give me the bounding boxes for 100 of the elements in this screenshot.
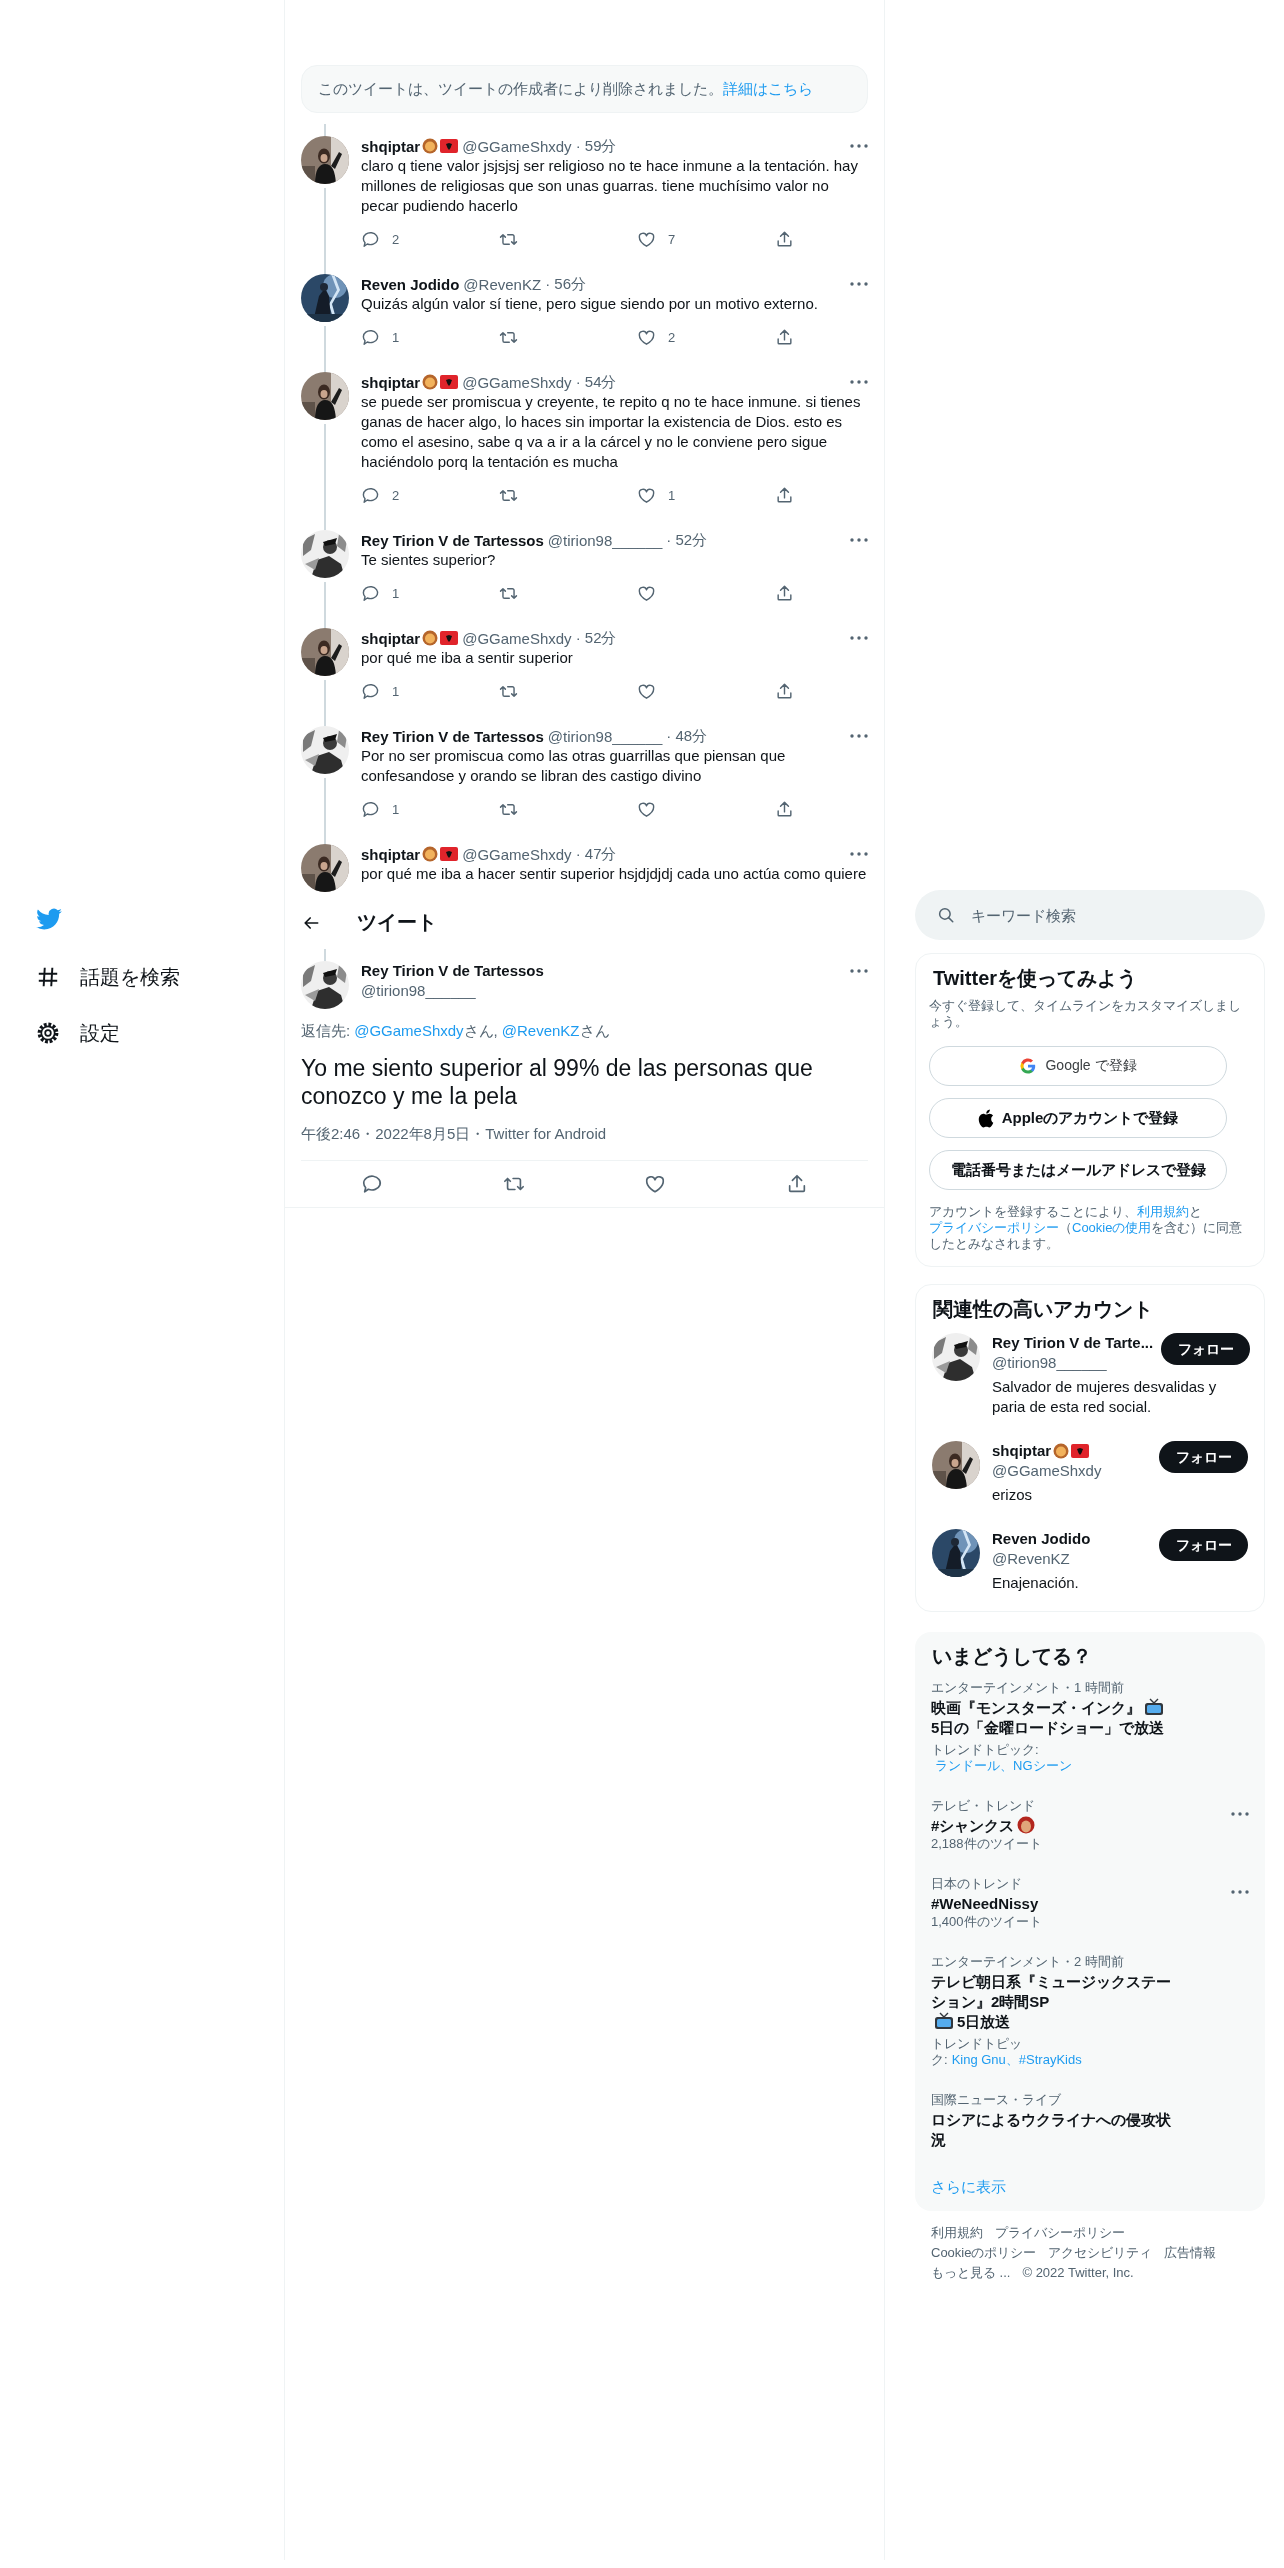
- trend-title[interactable]: 5日放送: [957, 2012, 1011, 2032]
- like-count: 1: [668, 487, 676, 503]
- trend-title[interactable]: #シャンクス: [931, 1816, 1015, 1836]
- signup-button[interactable]: 電話番号またはメールアドレスで登録: [929, 1150, 1227, 1190]
- author-name[interactable]: Rey Tirion V de Tartessos: [361, 961, 544, 981]
- tweet-timestamp: 午後2:46・2022年8月5日・Twitter for Android: [301, 1124, 868, 1161]
- tweet-time[interactable]: · 48分: [666, 726, 708, 746]
- heart-icon[interactable]: [637, 583, 656, 603]
- tweet-time[interactable]: · 59分: [575, 136, 617, 156]
- footer-link[interactable]: アクセシビリティ: [1048, 2243, 1153, 2263]
- footer-link[interactable]: Cookieのポリシー: [931, 2243, 1037, 2263]
- author-handle[interactable]: @GGameShxdy: [462, 137, 572, 155]
- heart-icon[interactable]: [644, 1173, 667, 1195]
- copyright: © 2022 Twitter, Inc.: [1022, 2264, 1134, 2282]
- author-name[interactable]: Reven Jodido: [361, 275, 460, 293]
- trend-title[interactable]: テレビ朝日系『ミュージックステーション』2時間SP: [931, 1972, 1171, 2012]
- reply-icon[interactable]: [361, 229, 380, 249]
- author-handle[interactable]: @tirion98______: [361, 981, 544, 1001]
- share-icon[interactable]: [775, 485, 794, 505]
- card-title: いまどうしてる？: [932, 1644, 1093, 1668]
- reply-icon[interactable]: [361, 583, 380, 603]
- reply-icon[interactable]: [361, 681, 380, 701]
- author-name[interactable]: shqiptar: [361, 373, 421, 391]
- footer-link[interactable]: 利用規約: [931, 2223, 983, 2243]
- nav-link[interactable]: 設定: [80, 1019, 120, 1047]
- apple-icon: [977, 1108, 994, 1128]
- footer-link[interactable]: 広告情報: [1164, 2243, 1217, 2263]
- bird-logo-icon[interactable]: [35, 908, 63, 932]
- author-handle[interactable]: @GGameShxdy: [462, 845, 572, 863]
- account-name[interactable]: shqiptar: [992, 1441, 1052, 1461]
- author-name[interactable]: Rey Tirion V de Tartessos: [361, 531, 544, 549]
- follow-button[interactable]: フォロー: [1159, 1529, 1248, 1561]
- more-icon[interactable]: [1231, 1812, 1249, 1816]
- footer-link[interactable]: プライバシーポリシー: [995, 2223, 1125, 2243]
- share-icon[interactable]: [775, 229, 794, 249]
- author-handle[interactable]: @RevenKZ: [463, 275, 542, 293]
- reply-count: 2: [392, 231, 400, 247]
- reply-icon[interactable]: [361, 327, 380, 347]
- search-field[interactable]: キーワード検索: [915, 890, 1265, 940]
- heart-icon[interactable]: [637, 485, 656, 505]
- more-icon[interactable]: [850, 538, 868, 542]
- share-icon[interactable]: [775, 327, 794, 347]
- author-name[interactable]: Rey Tirion V de Tartessos: [361, 727, 544, 745]
- tweet-time[interactable]: · 52分: [575, 628, 617, 648]
- reply-icon[interactable]: [361, 799, 380, 819]
- reply-count: 2: [392, 487, 400, 503]
- tweet-text: Te sientes superior?: [361, 550, 497, 570]
- page-title: ツイート: [357, 910, 437, 935]
- more-icon[interactable]: [850, 734, 868, 738]
- settings-icon[interactable]: [35, 1020, 61, 1046]
- author-handle[interactable]: @tirion98______: [547, 727, 663, 745]
- trend-title[interactable]: 5日の「金曜ロードショー」で放送: [931, 1718, 1165, 1738]
- trend-title[interactable]: #WeNeedNissy: [931, 1894, 1039, 1914]
- footer-link[interactable]: もっと見る ...: [931, 2263, 1011, 2283]
- follow-button[interactable]: フォロー: [1161, 1333, 1251, 1365]
- more-icon[interactable]: [850, 852, 868, 856]
- trend-title[interactable]: 映画『モンスターズ・インク』: [931, 1698, 1141, 1718]
- account-handle[interactable]: @tirion98______: [992, 1353, 1154, 1373]
- tweet-time[interactable]: · 52分: [666, 530, 708, 550]
- account-handle[interactable]: @RevenKZ: [992, 1549, 1091, 1569]
- heart-icon[interactable]: [637, 681, 656, 701]
- deleted-notice: このツイートは、ツイートの作成者により削除されました。詳細はこちら: [301, 65, 868, 113]
- more-icon[interactable]: [850, 144, 868, 148]
- more-icon[interactable]: [850, 282, 868, 286]
- tweet-text: Quizás algún valor sí tiene, pero sigue siendo por un motivo externo.: [361, 294, 819, 314]
- trend-context: 国際ニュース・ライブ: [931, 2092, 1062, 2108]
- author-handle[interactable]: @GGameShxdy: [462, 373, 572, 391]
- share-icon[interactable]: [775, 799, 794, 819]
- card-title: 関連性の高いアカウント: [933, 1297, 1154, 1321]
- share-icon[interactable]: [775, 681, 794, 701]
- trend-topics: トレンドトピック: ランドール、NGシーン: [931, 1742, 1073, 1774]
- signup-button[interactable]: Appleのアカウントで登録: [929, 1098, 1227, 1138]
- author-name[interactable]: shqiptar: [361, 629, 421, 647]
- signup-button[interactable]: Google で登録: [929, 1046, 1227, 1086]
- more-icon[interactable]: [1231, 1890, 1249, 1894]
- tweet-count: 2,188件のツイート: [931, 1836, 1042, 1852]
- tweet-time[interactable]: · 54分: [575, 372, 617, 392]
- more-icon[interactable]: [850, 969, 868, 973]
- account-name[interactable]: Rey Tirion V de Tarte...: [992, 1333, 1154, 1353]
- author-handle[interactable]: @GGameShxdy: [462, 629, 572, 647]
- reply-icon[interactable]: [361, 485, 380, 505]
- author-handle[interactable]: @tirion98______: [547, 531, 663, 549]
- author-name[interactable]: shqiptar: [361, 137, 421, 155]
- tweet-time[interactable]: · 47分: [575, 844, 617, 864]
- tweet-time[interactable]: · 56分: [545, 274, 586, 294]
- heart-icon[interactable]: [637, 229, 656, 249]
- more-icon[interactable]: [850, 380, 868, 384]
- heart-icon[interactable]: [637, 799, 656, 819]
- author-name[interactable]: shqiptar: [361, 845, 421, 863]
- heart-icon[interactable]: [637, 327, 656, 347]
- tweet-text: se puede ser promiscua y creyente, te repito q no te hace inmune. si tienes ganas de hacer algo, lo haces sin importar la existencia de Dios. esto es como el asesino, sabe q va a ir a la cárcel y no le conviene pero sigue haciéndolo porq la tentación es mucha: [361, 392, 862, 472]
- nav-link[interactable]: 話題を検索: [80, 963, 180, 991]
- reply-icon[interactable]: [360, 1173, 383, 1195]
- account-name[interactable]: Reven Jodido: [992, 1529, 1091, 1549]
- more-icon[interactable]: [850, 636, 868, 640]
- google-g-icon: [1019, 1057, 1038, 1075]
- trend-title[interactable]: ロシアによるウクライナへの侵攻状況: [931, 2110, 1171, 2150]
- share-icon[interactable]: [775, 583, 794, 603]
- follow-button[interactable]: フォロー: [1159, 1441, 1248, 1473]
- account-handle[interactable]: @GGameShxdy: [992, 1461, 1102, 1481]
